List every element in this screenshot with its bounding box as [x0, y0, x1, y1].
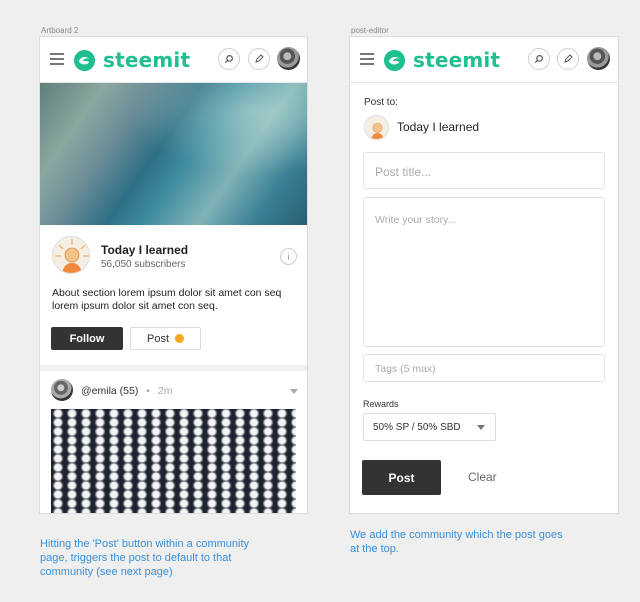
rewards-select-value: 50% SP / 50% SBD — [373, 421, 461, 433]
post-editor-artboard: steemit Post to: Today I learned Post ti… — [350, 37, 618, 513]
caption-left-line: page, triggers the post to default to th… — [40, 552, 232, 564]
author-avatar[interactable] — [51, 379, 73, 401]
caption-left: Hitting the 'Post' button within a commu… — [40, 537, 320, 579]
community-avatar — [52, 236, 90, 274]
artboard-label-left: Artboard 2 — [41, 26, 79, 35]
selected-community-name[interactable]: Today I learned — [397, 120, 479, 134]
post-menu-chevron-down-icon[interactable] — [290, 389, 298, 394]
chevron-down-icon — [477, 425, 485, 430]
info-icon[interactable]: i — [280, 248, 297, 265]
meta-separator: • — [146, 385, 150, 397]
post-title-input[interactable]: Post title... — [363, 152, 605, 189]
compose-button[interactable] — [557, 48, 579, 70]
caption-left-line: Hitting the 'Post' button within a commu… — [40, 538, 250, 550]
pencil-icon — [564, 54, 573, 63]
feed-post-image[interactable] — [51, 409, 296, 513]
caption-right-line: at the top. — [350, 543, 399, 555]
user-avatar[interactable] — [277, 47, 300, 70]
community-avatar-illustration-icon — [365, 116, 388, 139]
logo-text: steemit — [413, 48, 501, 72]
tags-input[interactable]: Tags (5 max) — [363, 354, 605, 382]
search-icon — [534, 55, 543, 64]
steemit-logo-icon — [383, 49, 406, 71]
community-name[interactable]: Today I learned — [101, 243, 188, 257]
community-post-button[interactable]: Post — [130, 327, 201, 350]
post-time: 2m — [157, 385, 173, 397]
steemit-logo-icon — [73, 49, 96, 71]
community-about: About section lorem ipsum dolor sit amet… — [52, 287, 282, 312]
app-header: steemit — [40, 37, 307, 83]
community-avatar-illustration-icon — [54, 238, 89, 273]
pencil-icon — [255, 54, 264, 63]
post-author-name[interactable]: @emila (55) — [81, 385, 138, 397]
section-divider — [40, 365, 307, 371]
submit-post-button[interactable]: Post — [362, 460, 441, 495]
artboard-label-right: post-editor — [351, 26, 389, 35]
compose-button[interactable] — [248, 48, 270, 70]
clear-button[interactable]: Clear — [468, 470, 497, 484]
steemit-logo[interactable]: steemit — [383, 48, 500, 72]
app-header: steemit — [350, 37, 618, 83]
caption-right: We add the community which the post goes… — [350, 528, 630, 556]
hamburger-menu-icon[interactable] — [360, 53, 374, 65]
post-author[interactable]: @emila (55) • 2m — [81, 385, 172, 397]
rewards-select[interactable]: 50% SP / 50% SBD — [363, 413, 496, 441]
user-avatar[interactable] — [587, 47, 610, 70]
subscriber-count: 56,050 subscribers — [101, 259, 186, 270]
community-cover-image — [40, 83, 307, 225]
rewards-label: Rewards — [363, 399, 399, 409]
community-post-label: Post — [146, 332, 169, 345]
search-icon — [224, 55, 233, 64]
community-page-artboard: steemit Today I learned 56,050 subscribe… — [40, 37, 307, 513]
logo-text: steemit — [103, 48, 191, 72]
search-button[interactable] — [528, 48, 550, 70]
steemit-logo[interactable]: steemit — [73, 48, 190, 72]
post-body-textarea[interactable]: Write your story... — [363, 197, 605, 347]
post-body-placeholder: Write your story... — [375, 214, 457, 226]
tags-placeholder: Tags (5 max) — [375, 363, 436, 375]
notification-dot-icon — [175, 334, 184, 343]
post-title-placeholder: Post title... — [375, 165, 432, 179]
search-button[interactable] — [218, 48, 240, 70]
hamburger-menu-icon[interactable] — [50, 53, 64, 65]
caption-left-line: community (see next page) — [40, 566, 173, 578]
selected-community-avatar — [364, 115, 389, 140]
post-to-label: Post to: — [364, 97, 398, 108]
follow-button[interactable]: Follow — [51, 327, 123, 350]
caption-right-line: We add the community which the post goes — [350, 529, 563, 541]
